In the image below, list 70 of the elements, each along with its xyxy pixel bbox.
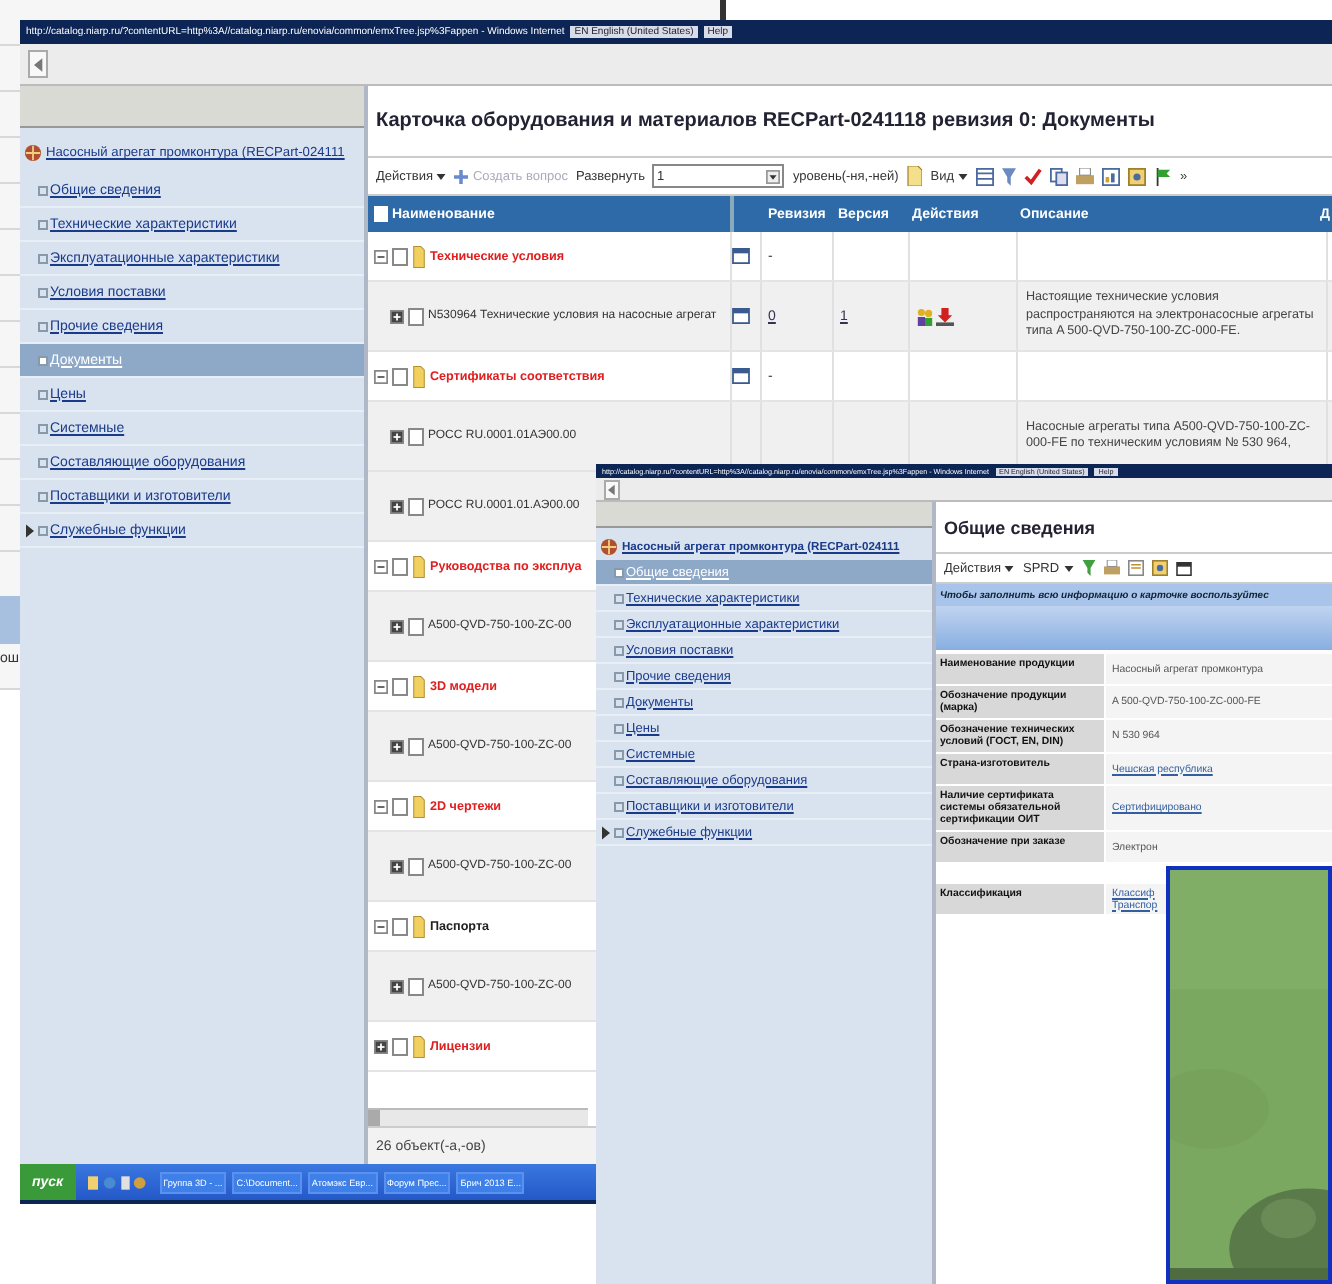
expand-icon[interactable] bbox=[390, 979, 404, 993]
collapse-icon[interactable] bbox=[374, 679, 388, 693]
expand-icon[interactable] bbox=[390, 429, 404, 443]
folder-icon bbox=[412, 795, 426, 817]
checkbox[interactable] bbox=[392, 797, 408, 815]
checkbox[interactable] bbox=[392, 917, 408, 935]
checkbox[interactable] bbox=[408, 737, 424, 755]
checkmark-icon[interactable] bbox=[1024, 167, 1043, 185]
folder-icon bbox=[412, 245, 426, 267]
folder-icon bbox=[412, 915, 426, 937]
back-arrow-icon bbox=[608, 483, 616, 495]
copy-icon[interactable] bbox=[1050, 167, 1069, 185]
filter-icon[interactable] bbox=[1081, 560, 1096, 576]
checkbox[interactable] bbox=[392, 557, 408, 575]
expand-icon[interactable] bbox=[390, 309, 404, 323]
checkbox[interactable] bbox=[392, 677, 408, 695]
folder-icon bbox=[412, 555, 426, 577]
filter-icon[interactable] bbox=[1002, 167, 1017, 185]
people-icon[interactable] bbox=[916, 307, 934, 325]
caret-icon bbox=[1004, 565, 1015, 571]
collapse-icon[interactable] bbox=[374, 919, 388, 933]
collapse-icon[interactable] bbox=[374, 559, 388, 573]
globe-icon bbox=[24, 144, 42, 162]
back-button[interactable] bbox=[28, 50, 48, 78]
report-icon[interactable] bbox=[1102, 167, 1121, 185]
columns-icon[interactable] bbox=[976, 167, 995, 185]
caret-icon bbox=[1063, 565, 1074, 571]
plus-icon bbox=[454, 169, 469, 183]
checkbox[interactable] bbox=[408, 427, 424, 445]
expand-icon[interactable] bbox=[390, 619, 404, 633]
expand-arrow-icon[interactable] bbox=[602, 825, 610, 839]
checkbox[interactable] bbox=[408, 857, 424, 875]
quick-launch-icons[interactable] bbox=[87, 1173, 148, 1191]
expand-icon[interactable] bbox=[390, 499, 404, 513]
flag-icon[interactable] bbox=[1154, 167, 1173, 185]
document-icon[interactable] bbox=[906, 166, 923, 186]
collapse-icon[interactable] bbox=[374, 249, 388, 263]
folder-icon bbox=[412, 675, 426, 697]
folder-icon bbox=[412, 365, 426, 387]
window-icon[interactable] bbox=[732, 308, 750, 324]
page-title: Общие сведения bbox=[936, 502, 1332, 554]
printer-icon[interactable] bbox=[1103, 560, 1120, 576]
expand-icon[interactable] bbox=[390, 739, 404, 753]
collapse-icon[interactable] bbox=[374, 799, 388, 813]
checkbox[interactable] bbox=[392, 247, 408, 265]
collapse-icon[interactable] bbox=[374, 369, 388, 383]
window-icon[interactable] bbox=[1175, 561, 1192, 575]
horizontal-scrollbar[interactable] bbox=[368, 1108, 588, 1126]
window-icon[interactable] bbox=[732, 248, 750, 264]
back-arrow-icon bbox=[33, 57, 43, 71]
checkbox[interactable] bbox=[408, 617, 424, 635]
checkbox[interactable] bbox=[392, 367, 408, 385]
checkbox[interactable] bbox=[408, 977, 424, 995]
expand-icon[interactable] bbox=[390, 859, 404, 873]
document-icon[interactable] bbox=[1127, 560, 1144, 576]
globe-icon bbox=[600, 538, 618, 556]
page-title: Карточка оборудования и материалов RECPart-0241118 ревизия 0: Документы bbox=[368, 86, 1332, 158]
printer-icon[interactable] bbox=[1076, 167, 1095, 185]
expand-icon[interactable] bbox=[374, 1039, 388, 1053]
dropdown-arrow-icon bbox=[766, 169, 781, 183]
checkbox[interactable] bbox=[392, 1037, 408, 1055]
back-button[interactable] bbox=[604, 479, 620, 499]
folder-icon bbox=[412, 1035, 426, 1057]
caret-icon bbox=[436, 173, 447, 179]
window-icon[interactable] bbox=[732, 368, 750, 384]
download-icon[interactable] bbox=[936, 307, 954, 325]
caret-icon bbox=[958, 173, 969, 179]
expand-arrow-icon[interactable] bbox=[26, 523, 34, 537]
checkbox[interactable] bbox=[408, 307, 424, 325]
checkbox[interactable] bbox=[408, 497, 424, 515]
